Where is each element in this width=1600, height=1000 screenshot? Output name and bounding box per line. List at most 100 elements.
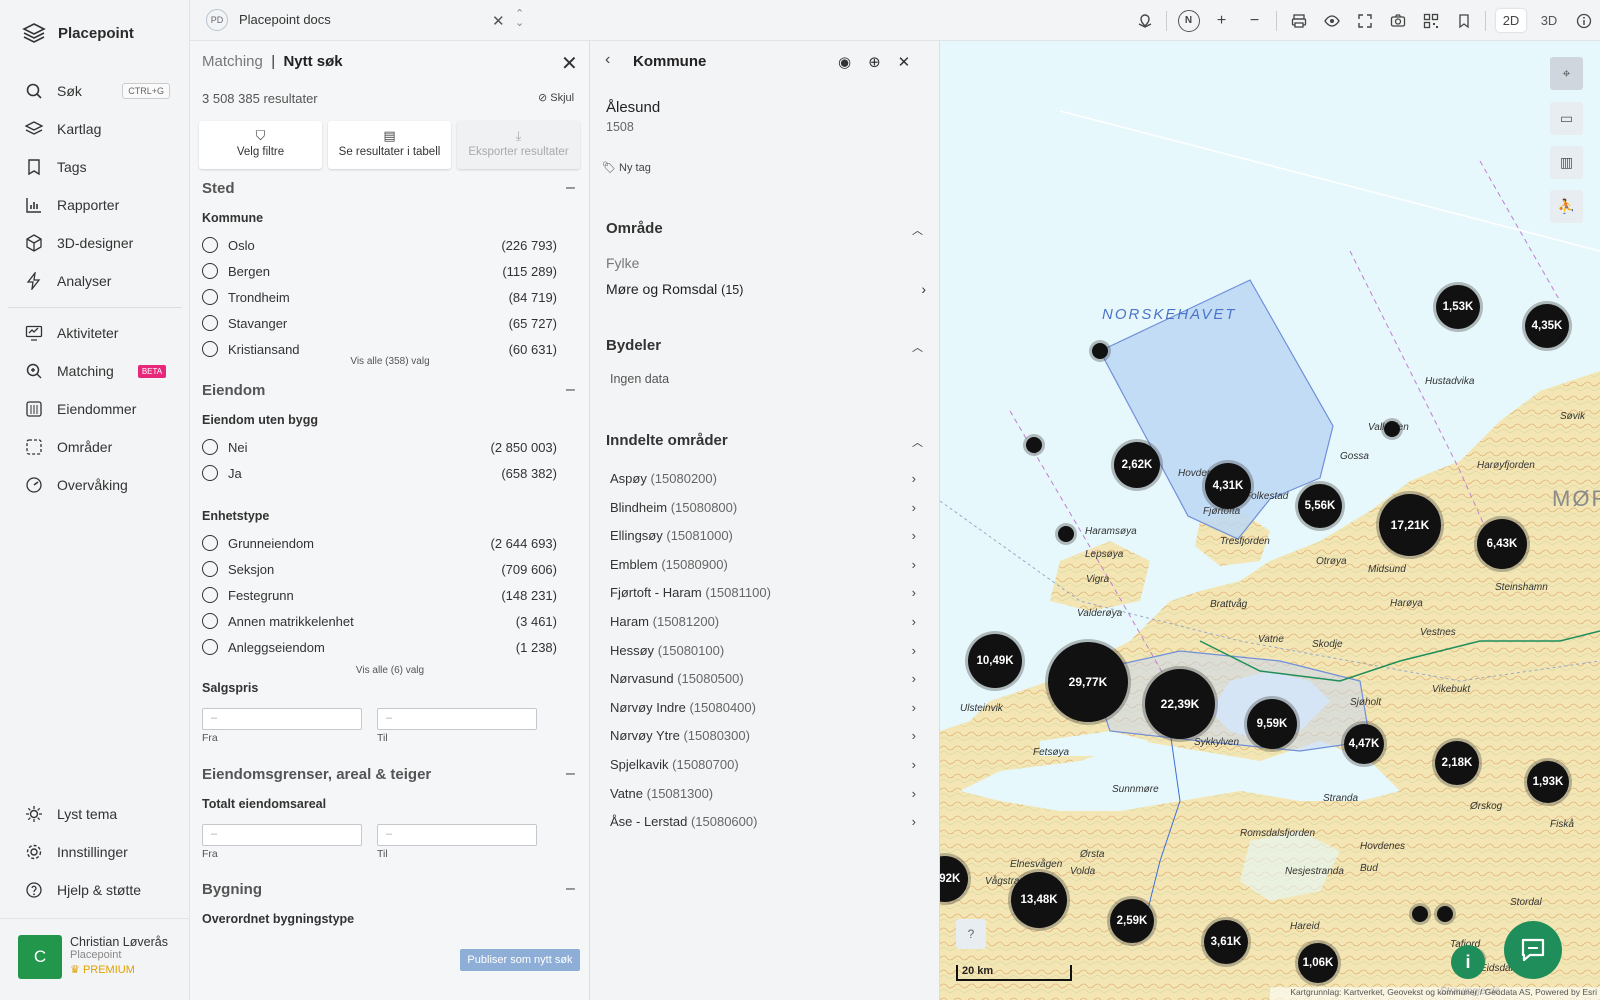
areal-from-input[interactable]: – <box>202 824 362 846</box>
back-icon[interactable]: ‹ <box>605 51 610 69</box>
area-list-item[interactable]: Emblem (15080900) › <box>610 557 916 572</box>
radio-option[interactable]: Stavanger (65 727) <box>202 313 557 333</box>
map-cluster-marker[interactable]: 3,61K <box>1204 920 1248 964</box>
mode-3d-button[interactable]: 3D <box>1531 0 1567 41</box>
section-eiendom[interactable]: Eiendom <box>202 382 265 399</box>
compass-button[interactable]: N <box>1172 0 1205 41</box>
areal-to-input[interactable]: – <box>377 824 537 846</box>
new-tag-button[interactable]: 🏷︎ Ny tag <box>602 161 651 174</box>
sidebar-item-analyser[interactable]: Analyser <box>0 262 190 300</box>
see-table-button[interactable]: ▤ Se resultater i tabell <box>328 121 451 169</box>
radio-button[interactable] <box>202 613 218 629</box>
map-view[interactable]: NORSKEHAVET MØRE HustadvikaGossaFjørtoft… <box>940 41 1600 1000</box>
collapse-grenser-icon[interactable]: – <box>566 765 575 783</box>
area-list-item[interactable]: Nørvøy Ytre (15080300) › <box>610 728 916 743</box>
section-omrade[interactable]: Område <box>606 220 663 237</box>
collapse-eiendom-icon[interactable]: – <box>566 381 575 399</box>
area-list-item[interactable]: Aspøy (15080200) › <box>610 471 916 486</box>
radio-option[interactable]: Anleggseiendom (1 238) <box>202 637 557 657</box>
section-sted[interactable]: Sted <box>202 180 235 197</box>
map-point-marker[interactable] <box>1026 437 1042 453</box>
section-bygning[interactable]: Bygning <box>202 881 262 898</box>
eye-icon[interactable]: ◉ <box>838 53 851 71</box>
sidebar-item-kartlag[interactable]: Kartlag <box>0 110 190 148</box>
radio-option[interactable]: Trondheim (84 719) <box>202 287 557 307</box>
section-inndelte[interactable]: Inndelte områder <box>606 432 728 449</box>
map-point-marker[interactable] <box>1092 343 1108 359</box>
radio-option[interactable]: Annen matrikkelenhet (3 461) <box>202 611 557 631</box>
user-profile[interactable]: C Christian Løverås Placepoint ♛ PREMIUM <box>0 918 190 1000</box>
map-cluster-marker[interactable]: 2,18K <box>1435 741 1479 785</box>
radio-button[interactable] <box>202 237 218 253</box>
collapse-sted-icon[interactable]: – <box>566 179 575 197</box>
radio-option[interactable]: Nei (2 850 003) <box>202 437 557 457</box>
fylke-row[interactable]: Møre og Romsdal (15) › <box>606 281 926 297</box>
sidebar-item-matching[interactable]: Matching BETA <box>0 352 190 390</box>
bookmark-icon[interactable] <box>1447 0 1480 41</box>
map-cluster-marker[interactable]: 22,39K <box>1145 669 1215 739</box>
map-cluster-marker[interactable]: 5,56K <box>1298 484 1342 528</box>
chart-icon[interactable]: ▥ <box>1550 146 1583 179</box>
close-icon[interactable]: ✕ <box>898 53 911 71</box>
radio-button[interactable] <box>202 535 218 551</box>
radio-button[interactable] <box>202 341 218 357</box>
show-all-kommuner[interactable]: Vis alle (358) valg <box>190 356 589 367</box>
zoom-out-icon[interactable]: − <box>1238 0 1271 41</box>
area-list-item[interactable]: Ellingsøy (15081000) › <box>610 528 916 543</box>
map-point-marker[interactable] <box>1437 906 1453 922</box>
area-list-item[interactable]: Blindheim (15080800) › <box>610 500 916 515</box>
choose-filters-button[interactable]: ⛉ Velg filtre <box>199 121 322 169</box>
area-list-item[interactable]: Nørvasund (15080500) › <box>610 671 916 686</box>
hide-button[interactable]: ⊘ Skjul <box>538 91 574 104</box>
map-point-marker[interactable] <box>1384 421 1400 437</box>
radio-button[interactable] <box>202 315 218 331</box>
radio-option[interactable]: Grunneiendom (2 644 693) <box>202 533 557 553</box>
zoom-in-icon[interactable]: + <box>1205 0 1238 41</box>
area-list-item[interactable]: Fjørtoft - Haram (15081100) › <box>610 585 916 600</box>
ruler-icon[interactable]: ▭ <box>1550 102 1583 135</box>
title-matching[interactable]: Matching <box>202 53 263 70</box>
map-cluster-marker[interactable]: 1,06K <box>1298 943 1338 983</box>
radio-option[interactable]: Ja (658 382) <box>202 463 557 483</box>
map-cluster-marker[interactable]: 1,53K <box>1436 285 1480 329</box>
map-point-marker[interactable] <box>1412 906 1428 922</box>
sidebar-item-tags[interactable]: Tags <box>0 148 190 186</box>
salgspris-from-input[interactable]: – <box>202 708 362 730</box>
salgspris-to-input[interactable]: – <box>377 708 537 730</box>
radio-button[interactable] <box>202 465 218 481</box>
help-icon[interactable]: ? <box>956 919 986 949</box>
radio-option[interactable]: Seksjon (709 606) <box>202 559 557 579</box>
map-cluster-marker[interactable]: 6,43K <box>1477 519 1527 569</box>
map-cluster-marker[interactable]: 13,48K <box>1011 872 1067 928</box>
radio-option[interactable]: Oslo (226 793) <box>202 235 557 255</box>
radio-button[interactable] <box>202 263 218 279</box>
map-cluster-marker[interactable]: 9,59K <box>1247 699 1297 749</box>
map-cluster-marker[interactable]: 4,35K <box>1525 304 1569 348</box>
map-cluster-marker[interactable]: 2,62K <box>1114 442 1160 488</box>
chat-button[interactable] <box>1504 921 1562 979</box>
profile-icon[interactable]: ⛹ <box>1550 190 1583 223</box>
map-cluster-marker[interactable]: 1,93K <box>1527 761 1569 803</box>
sidebar-item-aktiviteter[interactable]: Aktiviteter <box>0 314 190 352</box>
locate-icon[interactable]: ⊕ <box>868 53 881 71</box>
app-logo[interactable]: Placepoint <box>22 22 134 44</box>
radio-button[interactable] <box>202 639 218 655</box>
sidebar-item-rapporter[interactable]: Rapporter <box>0 186 190 224</box>
map-cluster-marker[interactable]: 4,31K <box>1205 463 1251 509</box>
section-bydeler[interactable]: Bydeler <box>606 337 661 354</box>
collapse-bygning-icon[interactable]: – <box>566 880 575 898</box>
map-cluster-marker[interactable]: 29,77K <box>1048 642 1128 722</box>
sidebar-item-3d-designer[interactable]: 3D-designer <box>0 224 190 262</box>
map-cluster-marker[interactable]: 2,59K <box>1110 899 1154 943</box>
area-list-item[interactable]: Haram (15081200) › <box>610 614 916 629</box>
radio-option[interactable]: Festegrunn (148 231) <box>202 585 557 605</box>
radio-button[interactable] <box>202 289 218 305</box>
chevron-up-icon[interactable]: ︿ <box>912 339 923 355</box>
area-list-item[interactable]: Vatne (15081300) › <box>610 786 916 801</box>
area-list-item[interactable]: Hessøy (15080100) › <box>610 643 916 658</box>
chevron-updown-icon[interactable]: ⌃ ⌄ <box>515 9 524 29</box>
fullscreen-icon[interactable] <box>1348 0 1381 41</box>
map-point-marker[interactable] <box>1058 526 1074 542</box>
radio-button[interactable] <box>202 561 218 577</box>
radio-option[interactable]: Bergen (115 289) <box>202 261 557 281</box>
